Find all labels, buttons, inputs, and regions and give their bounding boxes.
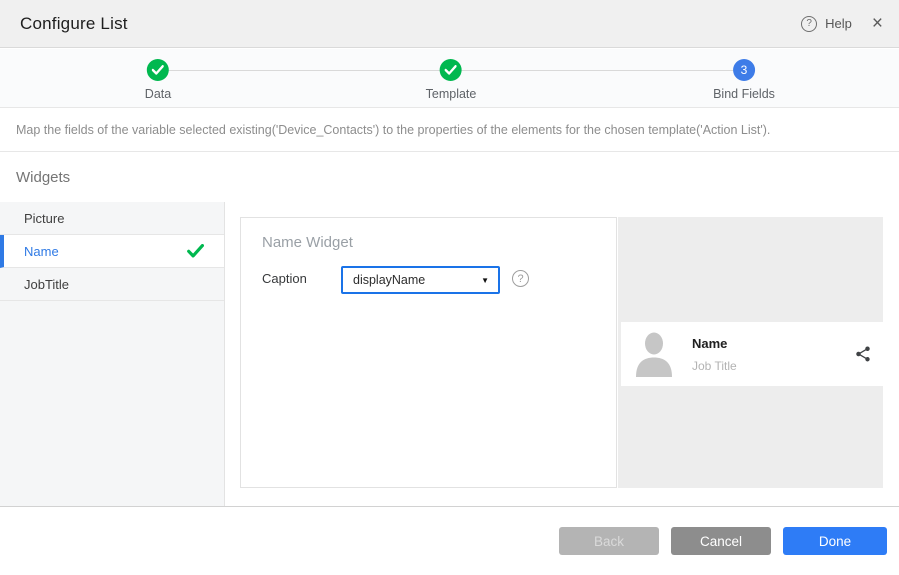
template-preview: Name Job Title	[618, 217, 883, 488]
caption-select[interactable]: displayName ▼	[341, 266, 500, 294]
footer-divider	[0, 506, 899, 507]
sidebar-item-name[interactable]: Name	[0, 235, 224, 268]
preview-name: Name	[692, 336, 737, 351]
preview-contact-card: Name Job Title	[621, 322, 883, 386]
step-number-badge: 3	[733, 59, 755, 81]
chevron-down-icon: ▼	[481, 276, 489, 285]
header-actions: ? Help ×	[801, 14, 883, 33]
sidebar-item-jobtitle[interactable]: JobTitle	[0, 268, 224, 301]
help-icon-glyph: ?	[806, 18, 812, 29]
step-template[interactable]: Template	[426, 59, 477, 101]
share-icon	[854, 345, 872, 363]
wizard-stepper: Data Template 3 Bind Fields	[0, 49, 899, 108]
sidebar-item-label: Picture	[24, 211, 64, 226]
caption-help-icon[interactable]: ?	[512, 270, 529, 287]
back-button[interactable]: Back	[559, 527, 659, 555]
footer-actions: Back Cancel Done	[559, 527, 887, 555]
dialog-header: Configure List ? Help ×	[0, 0, 899, 48]
step-label: Bind Fields	[713, 87, 775, 101]
step-label: Data	[145, 87, 171, 101]
sidebar-item-label: JobTitle	[24, 277, 69, 292]
sidebar-item-picture[interactable]: Picture	[0, 202, 224, 235]
configure-list-dialog: Configure List ? Help × Data Template 3 …	[0, 0, 899, 575]
page-title: Configure List	[20, 14, 128, 34]
step-done-check-icon	[147, 59, 169, 81]
widgets-sidebar: Picture Name JobTitle	[0, 202, 225, 506]
step-data[interactable]: Data	[145, 59, 171, 101]
done-button[interactable]: Done	[783, 527, 887, 555]
step-done-check-icon	[440, 59, 462, 81]
caption-help-glyph: ?	[517, 273, 523, 285]
preview-job-title: Job Title	[692, 359, 737, 373]
help-icon[interactable]: ?	[801, 16, 817, 32]
name-widget-panel: Name Widget Caption displayName ▼ ?	[240, 217, 617, 488]
step-bind-fields[interactable]: 3 Bind Fields	[713, 59, 775, 101]
mapping-description: Map the fields of the variable selected …	[16, 123, 770, 137]
sidebar-item-label: Name	[24, 244, 59, 259]
avatar-icon	[635, 331, 673, 377]
step-label: Template	[426, 87, 477, 101]
widgets-heading-row: Widgets	[0, 153, 899, 202]
help-link[interactable]: Help	[825, 16, 852, 31]
cancel-button[interactable]: Cancel	[671, 527, 771, 555]
step-number: 3	[741, 63, 748, 77]
close-icon[interactable]: ×	[872, 14, 883, 33]
caption-select-value: displayName	[353, 273, 425, 287]
widgets-heading: Widgets	[16, 169, 70, 186]
caption-label: Caption	[262, 271, 307, 286]
description-row: Map the fields of the variable selected …	[0, 108, 899, 152]
preview-card-text: Name Job Title	[692, 336, 737, 373]
panel-title: Name Widget	[262, 234, 353, 251]
bound-check-icon	[187, 244, 204, 261]
